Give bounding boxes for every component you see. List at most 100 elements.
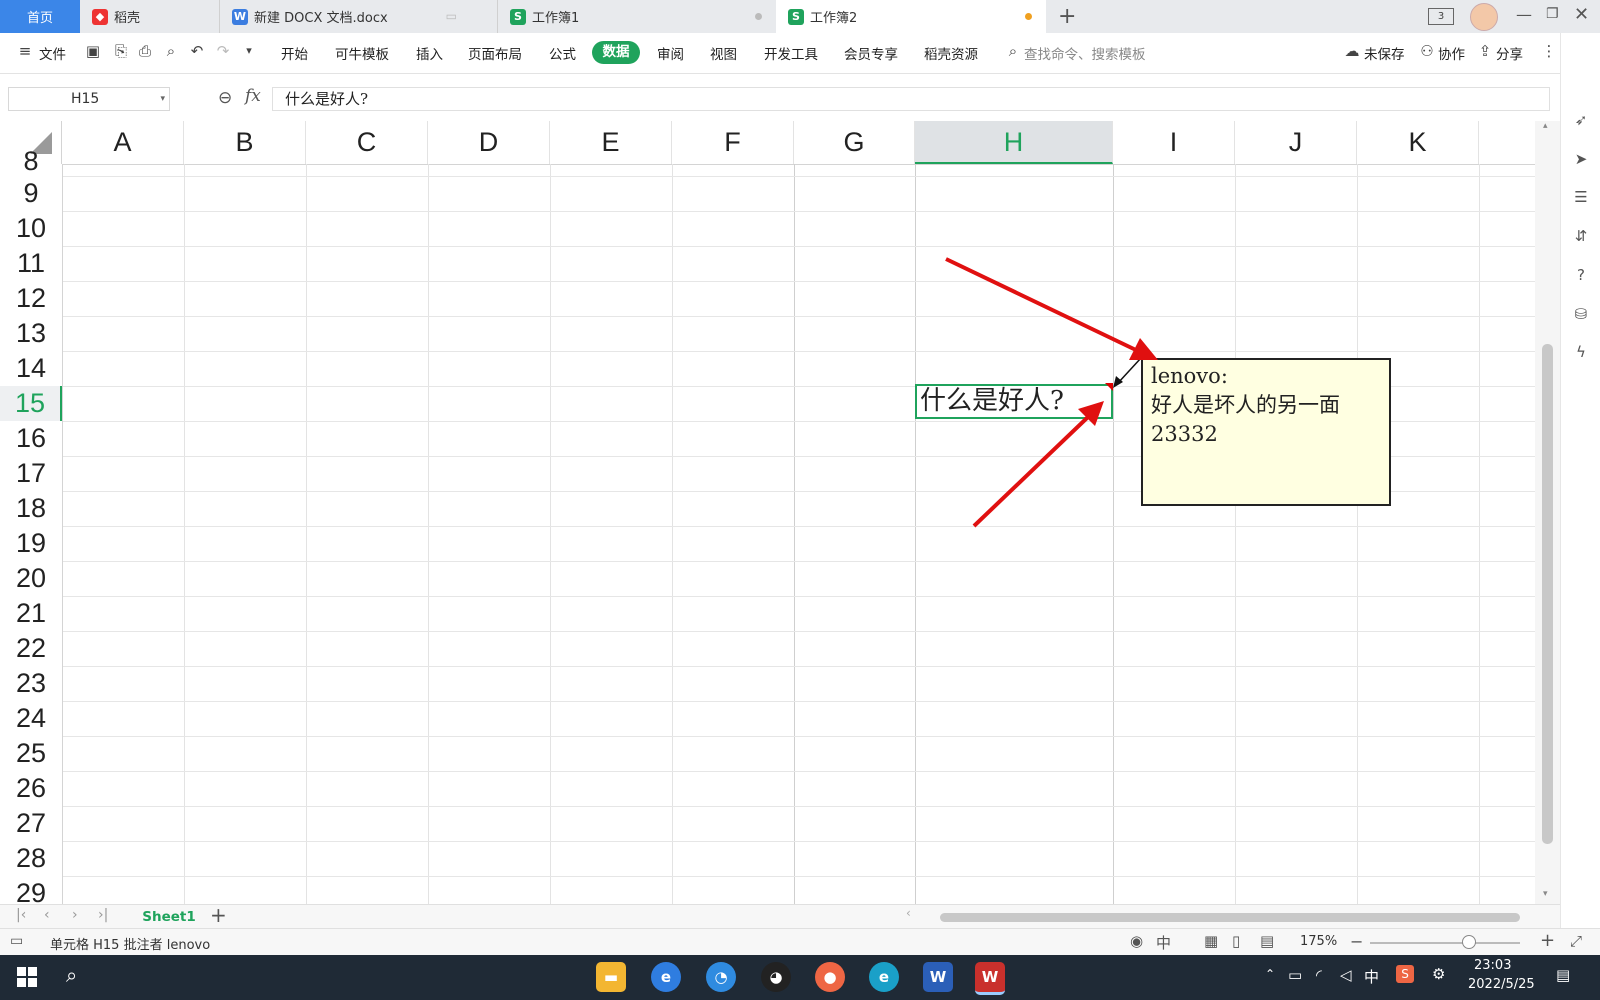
- backup-icon[interactable]: ⛁: [1572, 305, 1590, 323]
- command-search[interactable]: 查找命令、搜索模板: [1024, 43, 1146, 63]
- close-icon[interactable]: ✕: [1574, 4, 1589, 25]
- volume-icon[interactable]: ◁: [1340, 966, 1352, 984]
- menu-insert[interactable]: 插入: [416, 43, 443, 63]
- scroll-left-icon[interactable]: ‹: [906, 906, 911, 920]
- red-arrow-upper: [945, 257, 1139, 353]
- save-icon[interactable]: ▣: [84, 42, 102, 60]
- wifi-icon[interactable]: ◜: [1316, 966, 1322, 984]
- windows-start-icon[interactable]: [17, 967, 37, 991]
- tab-docx[interactable]: W 新建 DOCX 文档.docx ▭: [220, 0, 498, 33]
- customize-dropdown-icon[interactable]: ▾: [240, 42, 258, 60]
- ie-browser-icon[interactable]: e: [651, 962, 681, 992]
- fx-icon[interactable]: fx: [245, 86, 261, 106]
- sogou-input-icon[interactable]: S: [1396, 965, 1414, 983]
- menu-templates[interactable]: 可牛模板: [335, 43, 389, 63]
- prev-sheet-icon[interactable]: ‹: [44, 907, 50, 923]
- notification-icon[interactable]: ▤: [1556, 966, 1570, 984]
- fullscreen-icon[interactable]: ⤢: [1570, 932, 1582, 950]
- minimize-icon[interactable]: —: [1516, 5, 1532, 24]
- menu-daoke-resources[interactable]: 稻壳资源: [924, 43, 978, 63]
- print-icon[interactable]: ⎙: [136, 42, 154, 60]
- file-explorer-icon[interactable]: ▬: [596, 962, 626, 992]
- scroll-down-icon[interactable]: ▾: [1543, 889, 1548, 899]
- rocket-icon[interactable]: ➶: [1572, 111, 1590, 129]
- transform-icon[interactable]: ⇵: [1572, 227, 1590, 245]
- more-icon[interactable]: ⋮: [1540, 42, 1558, 60]
- monitor-icon: ▭: [445, 9, 457, 23]
- unsaved-button[interactable]: 未保存: [1364, 43, 1405, 63]
- zoom-slider[interactable]: [1370, 942, 1520, 944]
- edge-icon[interactable]: e: [869, 962, 899, 992]
- name-box-value: H15: [71, 91, 100, 107]
- formula-input[interactable]: 什么是好人?: [272, 87, 1550, 111]
- export-icon[interactable]: ⎘: [112, 42, 130, 60]
- menu-member[interactable]: 会员专享: [844, 43, 898, 63]
- restore-icon[interactable]: ❐: [1546, 6, 1559, 22]
- zoom-formula-icon[interactable]: ⊖: [218, 88, 232, 108]
- macro-record-icon[interactable]: ▭: [10, 933, 23, 949]
- sliders-icon[interactable]: ☰: [1572, 188, 1590, 206]
- battery-icon[interactable]: ▭: [1288, 966, 1302, 984]
- menu-formula[interactable]: 公式: [549, 43, 576, 63]
- normal-view-icon[interactable]: ▦: [1204, 932, 1218, 950]
- qq-icon[interactable]: ◕: [761, 962, 791, 992]
- chrome-icon[interactable]: ●: [815, 962, 845, 992]
- file-menu[interactable]: 文件: [39, 43, 66, 63]
- eye-protection-icon[interactable]: ◉: [1130, 932, 1143, 950]
- menu-review[interactable]: 审阅: [657, 43, 684, 63]
- undo-icon[interactable]: ↶: [188, 42, 206, 60]
- menu-start[interactable]: 开始: [281, 43, 308, 63]
- wps-icon[interactable]: W: [975, 962, 1005, 995]
- browser-icon[interactable]: ◔: [706, 962, 736, 992]
- name-box[interactable]: H15 ▾: [8, 87, 170, 111]
- last-sheet-icon[interactable]: ›|: [98, 907, 108, 923]
- add-sheet-icon[interactable]: +: [210, 903, 227, 927]
- tab-workbook1[interactable]: S 工作簿1: [498, 0, 776, 33]
- page-break-view-icon[interactable]: ▤: [1260, 932, 1274, 950]
- spreadsheet-grid[interactable]: A B C D E F G H I J K 8 9 10 11 12 13 14…: [0, 121, 1535, 904]
- word-doc-icon: W: [232, 8, 248, 25]
- help-icon[interactable]: ?: [1572, 266, 1590, 284]
- menu-developer[interactable]: 开发工具: [764, 43, 818, 63]
- print-preview-icon[interactable]: ⌕: [162, 42, 180, 60]
- avatar[interactable]: [1470, 3, 1498, 31]
- search-icon[interactable]: ⌕: [66, 963, 77, 987]
- scroll-up-icon[interactable]: ▴: [1543, 121, 1548, 131]
- annotation-arrows: [945, 257, 1158, 528]
- lightning-icon[interactable]: ϟ: [1572, 343, 1590, 361]
- settings-gear-icon[interactable]: ⚙: [1432, 965, 1445, 983]
- chevron-down-icon[interactable]: ▾: [160, 88, 165, 110]
- taskbar-time[interactable]: 23:03: [1474, 958, 1511, 973]
- share-button[interactable]: 分享: [1496, 43, 1523, 63]
- tab-daoke[interactable]: ◆ 稻壳: [80, 0, 220, 33]
- cursor-icon[interactable]: ➤: [1572, 150, 1590, 168]
- search-icon: ⌕: [1008, 42, 1018, 60]
- collaborate-button[interactable]: 协作: [1438, 43, 1465, 63]
- first-sheet-icon[interactable]: |‹: [16, 907, 26, 923]
- window-layout-icon[interactable]: 3: [1428, 8, 1454, 25]
- redo-icon[interactable]: ↷: [214, 42, 232, 60]
- zoom-slider-handle[interactable]: [1462, 935, 1476, 949]
- word-icon[interactable]: W: [923, 962, 953, 992]
- vertical-scrollbar[interactable]: ▴ ▾: [1535, 121, 1560, 904]
- sheet-tab-sheet1[interactable]: Sheet1: [140, 907, 198, 927]
- next-sheet-icon[interactable]: ›: [72, 907, 78, 923]
- zoom-level[interactable]: 175%: [1300, 934, 1337, 949]
- new-tab-icon[interactable]: +: [1058, 4, 1076, 29]
- vertical-scroll-thumb[interactable]: [1542, 344, 1553, 844]
- menu-page-layout[interactable]: 页面布局: [468, 43, 522, 63]
- page-view-icon[interactable]: ▯: [1232, 932, 1240, 950]
- ime-indicator[interactable]: 中: [1364, 966, 1379, 987]
- tray-expand-icon[interactable]: ⌃: [1265, 967, 1275, 981]
- share-icon: ⇪: [1478, 42, 1492, 60]
- tab-workbook2[interactable]: S 工作簿2: [776, 0, 1046, 33]
- horizontal-scroll-thumb[interactable]: [940, 913, 1520, 922]
- zoom-out-icon[interactable]: −: [1350, 932, 1363, 951]
- menu-view[interactable]: 视图: [710, 43, 737, 63]
- taskbar-date[interactable]: 2022/5/25: [1468, 977, 1535, 992]
- hamburger-icon[interactable]: ≡: [16, 42, 34, 60]
- tab-home[interactable]: 首页: [0, 0, 80, 33]
- zoom-in-icon[interactable]: +: [1540, 930, 1555, 951]
- menu-data[interactable]: 数据: [592, 41, 640, 64]
- input-mode-icon[interactable]: 中: [1156, 932, 1171, 953]
